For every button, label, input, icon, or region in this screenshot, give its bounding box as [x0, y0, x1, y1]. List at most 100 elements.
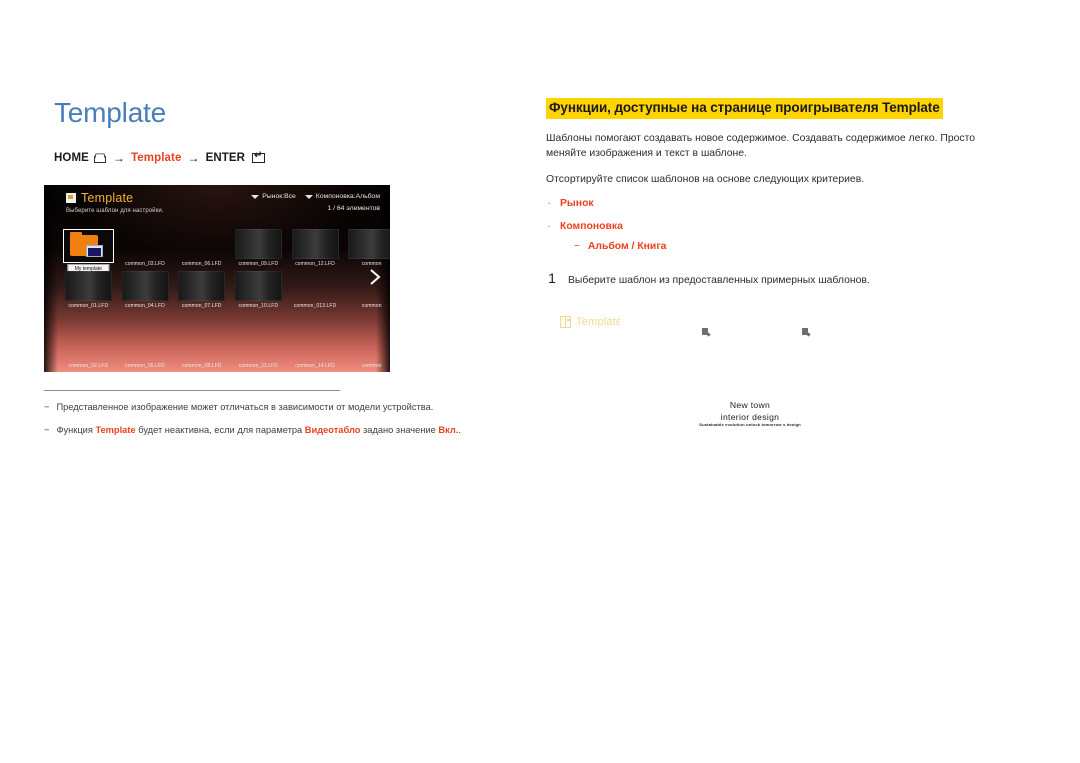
template-cell[interactable]: common_09.LFD — [230, 229, 287, 267]
tv-filter-bar: Рынок:Все Компоновка:Альбом 1 / 64 элеме… — [251, 193, 380, 212]
note-text: Представленное изображение может отличат… — [56, 402, 434, 412]
breadcrumb-target: Template — [131, 152, 182, 164]
page-title: Template — [54, 97, 167, 128]
template-grid-row-2: common_01.LFD common_04.LFD common_07.LF… — [60, 271, 390, 309]
template-thumb — [64, 271, 112, 301]
template-thumb — [291, 229, 339, 259]
chevron-down-icon — [304, 194, 313, 199]
template-cell[interactable]: common_07.LFD — [173, 271, 230, 309]
preview-tagline: Sustainable evolution unlock tomorrow s … — [699, 422, 801, 427]
note-text: Функция Template будет неактивна, если д… — [56, 423, 461, 437]
note-fragment-accent: Template — [95, 425, 136, 435]
note-fragment: . — [458, 425, 461, 435]
breadcrumb: HOME → Template → ENTER — [54, 150, 494, 165]
notes-divider — [44, 390, 340, 391]
left-column: Template HOME → Template → ENTER — [54, 96, 494, 165]
list-item: · Рынок — [546, 197, 1006, 211]
bullet-dot-icon: · — [547, 198, 551, 209]
template-cell[interactable]: common_04.LFD — [117, 271, 174, 309]
note-fragment-accent: Видеотабло — [304, 425, 361, 435]
paragraph-sort: Отсортируйте список шаблонов на основе с… — [546, 174, 865, 185]
breadcrumb-home-label: HOME — [54, 152, 89, 164]
preview-title: New town interior design — [620, 399, 880, 423]
template-grid-row-3: common_02.LFD common_05.LFD common_08.LF… — [60, 331, 390, 369]
right-column: Функции, доступные на странице проигрыва… — [546, 98, 1006, 329]
step-number: 1 — [548, 270, 556, 286]
list-item: · Компоновка — [546, 220, 1006, 234]
template-cell-label: common — [361, 303, 382, 309]
breadcrumb-enter-label: ENTER — [205, 152, 246, 164]
chevron-right-icon[interactable] — [368, 267, 382, 287]
template-cell-label: common_04.LFD — [125, 303, 165, 309]
template-cell[interactable]: common_08.LFD — [173, 331, 230, 369]
step-text: Выберите шаблон из предоставленных приме… — [568, 275, 870, 286]
tv-screenshot: Template Выберите шаблон для настройки. … — [44, 185, 390, 372]
template-cell-label: common_10.LFD — [238, 303, 279, 309]
template-cell-label: common — [361, 261, 382, 267]
template-cell[interactable]: common_05.LFD — [117, 331, 174, 369]
template-cell[interactable]: common_11.LFD — [230, 331, 287, 369]
template-thumb — [178, 271, 226, 301]
filter-layout-label: Компоновка:Альбом — [315, 193, 380, 200]
template-cell-my-template[interactable]: My template — [60, 229, 117, 274]
template-cell[interactable]: common_12.LFD — [287, 229, 344, 267]
template-cell-label: common_09.LFD — [238, 261, 279, 267]
chevron-down-icon — [251, 194, 260, 199]
note-dash: − — [44, 425, 50, 435]
template-thumb — [62, 229, 114, 263]
layout-template-icon — [560, 315, 571, 329]
filter-layout[interactable]: Компоновка:Альбом — [304, 193, 380, 200]
filter-market[interactable]: Рынок:Все — [251, 193, 296, 200]
template-cell-label: common_02.LFD — [68, 363, 109, 369]
breadcrumb-arrow-2: → — [187, 151, 200, 165]
section-heading: Функции, доступные на странице проигрыва… — [546, 98, 943, 119]
template-cell-label: common_013.LFD — [293, 303, 337, 309]
template-cell[interactable]: common_06.LFD — [173, 229, 230, 267]
preview-title-line1: New town — [729, 400, 771, 410]
template-cell-label: common_06.LFD — [181, 261, 222, 267]
template-cell-label: common_12.LFD — [295, 261, 335, 267]
notes-section: − Представленное изображение может отлич… — [44, 390, 514, 437]
note-fragment: Функция — [56, 425, 96, 435]
breadcrumb-arrow-1: → — [112, 151, 126, 165]
template-thumb — [121, 271, 169, 301]
template-grid: My template common_03.LFD common_06.LFD … — [60, 229, 390, 369]
sub-list-item-label: Альбом / Книга — [587, 241, 667, 252]
note-item: − Функция Template будет неактивна, если… — [44, 423, 514, 437]
list-item-label: Рынок — [560, 198, 594, 209]
item-count: 1 / 64 элементов — [327, 205, 380, 212]
template-cell-label: common_05.LFD — [125, 363, 165, 369]
template-preview: New town interior design Sustainable evo… — [620, 318, 880, 448]
template-cell-label: common_07.LFD — [181, 303, 222, 309]
image-placeholder-icon — [702, 328, 708, 335]
template-icon — [66, 193, 76, 203]
image-placeholder-icon — [802, 328, 808, 335]
note-fragment: задано значение — [360, 425, 439, 435]
criteria-list: · Рынок · Компоновка − Альбом / Книга — [546, 197, 1006, 254]
template-cell[interactable]: common — [343, 271, 390, 309]
sub-list-item: − Альбом / Книга — [574, 240, 1006, 254]
note-fragment-accent: Вкл. — [438, 425, 459, 435]
template-cell[interactable]: common — [343, 331, 390, 369]
bullet-dot-icon: · — [547, 221, 551, 232]
photo-icon — [85, 245, 103, 257]
template-cell[interactable]: common_02.LFD — [60, 331, 117, 369]
tv-title: Template — [81, 191, 134, 205]
tv-title-block: Template Выберите шаблон для настройки. — [66, 191, 164, 214]
template-cell[interactable]: common_10.LFD — [230, 271, 287, 309]
template-cell-label: common — [361, 363, 382, 369]
manual-page: Template HOME → Template → ENTER Templat… — [0, 0, 1080, 763]
template-thumb — [348, 229, 390, 259]
tv-subtitle: Выберите шаблон для настройки. — [66, 208, 164, 214]
template-thumb — [234, 271, 282, 301]
template-cell[interactable]: common — [343, 229, 390, 267]
template-cell[interactable]: common_013.LFD — [287, 271, 344, 309]
sub-bullet-dash-icon: − — [574, 241, 580, 252]
home-icon — [93, 153, 106, 163]
template-cell[interactable]: common_03.LFD — [117, 229, 174, 267]
template-cell[interactable]: common_01.LFD — [60, 271, 117, 309]
template-cell[interactable]: common_14.LFD — [287, 331, 344, 369]
template-cell-label: common_01.LFD — [68, 303, 109, 309]
note-fragment: будет неактивна, если для параметра — [135, 425, 305, 435]
template-cell-label: common_08.LFD — [181, 363, 222, 369]
